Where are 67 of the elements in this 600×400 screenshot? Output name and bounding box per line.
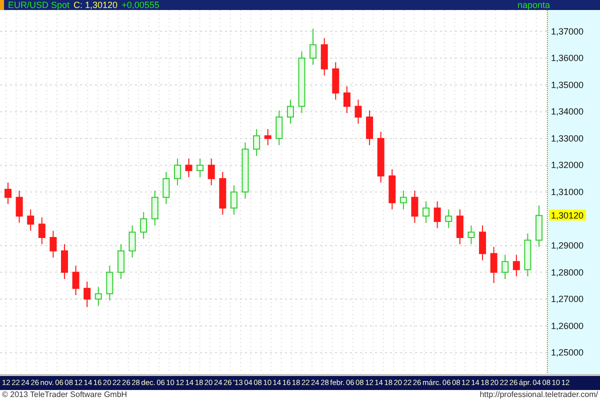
price-axis-label: 1,31000 xyxy=(551,187,584,197)
price-axis-label: 1,36000 xyxy=(551,53,584,64)
price-axis-label: 1,26000 xyxy=(551,320,584,331)
price-axis-label: 1,27000 xyxy=(551,294,584,304)
price-axis-label: 1,34000 xyxy=(551,106,584,117)
current-price-tag: 1,30120 xyxy=(549,210,586,221)
falling-candlestick xyxy=(27,208,34,232)
rising-candlestick xyxy=(230,184,238,216)
rising-candlestick xyxy=(151,190,158,226)
price-axis-label: 1,35000 xyxy=(551,80,584,90)
rising-candlestick xyxy=(106,265,114,301)
falling-candlestick xyxy=(264,128,272,146)
rising-candlestick xyxy=(468,224,475,245)
rising-candlestick xyxy=(253,128,260,156)
rising-candlestick xyxy=(502,254,509,280)
rising-candlestick xyxy=(94,286,102,306)
close-price: C: 1,30120 xyxy=(74,0,118,10)
price-change: +0,00555 xyxy=(122,0,160,10)
falling-candlestick xyxy=(320,38,328,76)
falling-candlestick xyxy=(16,190,23,224)
falling-candlestick xyxy=(377,131,384,184)
falling-candlestick xyxy=(354,99,362,124)
rising-candlestick xyxy=(445,208,452,229)
falling-candlestick xyxy=(343,86,350,114)
price-axis-label: 1,28000 xyxy=(551,267,584,278)
falling-candlestick xyxy=(366,110,374,146)
symbol-label: EUR/USD Spot xyxy=(8,0,70,10)
rising-candlestick xyxy=(276,110,283,146)
falling-candlestick xyxy=(61,244,68,280)
falling-candlestick xyxy=(219,171,226,216)
price-axis-label: 1,29000 xyxy=(551,240,584,251)
falling-candlestick xyxy=(50,230,57,258)
falling-candlestick xyxy=(38,216,46,245)
copyright-text: © 2013 TeleTrader Software GmbH xyxy=(2,391,128,399)
price-axis-label: 1,33000 xyxy=(551,133,584,144)
rising-candlestick xyxy=(174,158,181,186)
falling-candlestick xyxy=(332,62,340,100)
price-axis-label: 1,25000 xyxy=(551,348,584,358)
falling-candlestick xyxy=(512,254,520,277)
rising-candlestick xyxy=(286,99,294,124)
falling-candlestick xyxy=(434,200,441,229)
rising-candlestick xyxy=(310,28,317,66)
falling-candlestick xyxy=(456,208,464,245)
price-axis-label: 1,32000 xyxy=(551,160,584,170)
falling-candlestick xyxy=(479,224,486,261)
rising-candlestick xyxy=(536,204,542,248)
website-url: http://professional.teletrader.com/ xyxy=(480,391,598,399)
rising-candlestick xyxy=(524,233,532,277)
rising-candlestick xyxy=(162,171,170,205)
rising-candlestick xyxy=(400,190,407,210)
period-label: naponta xyxy=(517,0,550,10)
rising-candlestick xyxy=(196,158,204,178)
rising-candlestick xyxy=(422,200,430,224)
falling-candlestick xyxy=(490,246,498,284)
falling-candlestick xyxy=(72,265,80,296)
price-axis-label: 1,37000 xyxy=(551,26,584,36)
rising-candlestick xyxy=(128,224,136,258)
falling-candlestick xyxy=(84,281,91,308)
falling-candlestick xyxy=(185,158,192,178)
rising-candlestick xyxy=(298,50,306,114)
falling-candlestick xyxy=(208,158,215,186)
falling-candlestick xyxy=(388,168,396,210)
rising-candlestick xyxy=(242,142,249,200)
rising-candlestick xyxy=(117,244,124,280)
falling-candlestick xyxy=(411,190,418,224)
rising-candlestick xyxy=(140,212,148,240)
falling-candlestick xyxy=(4,182,12,205)
